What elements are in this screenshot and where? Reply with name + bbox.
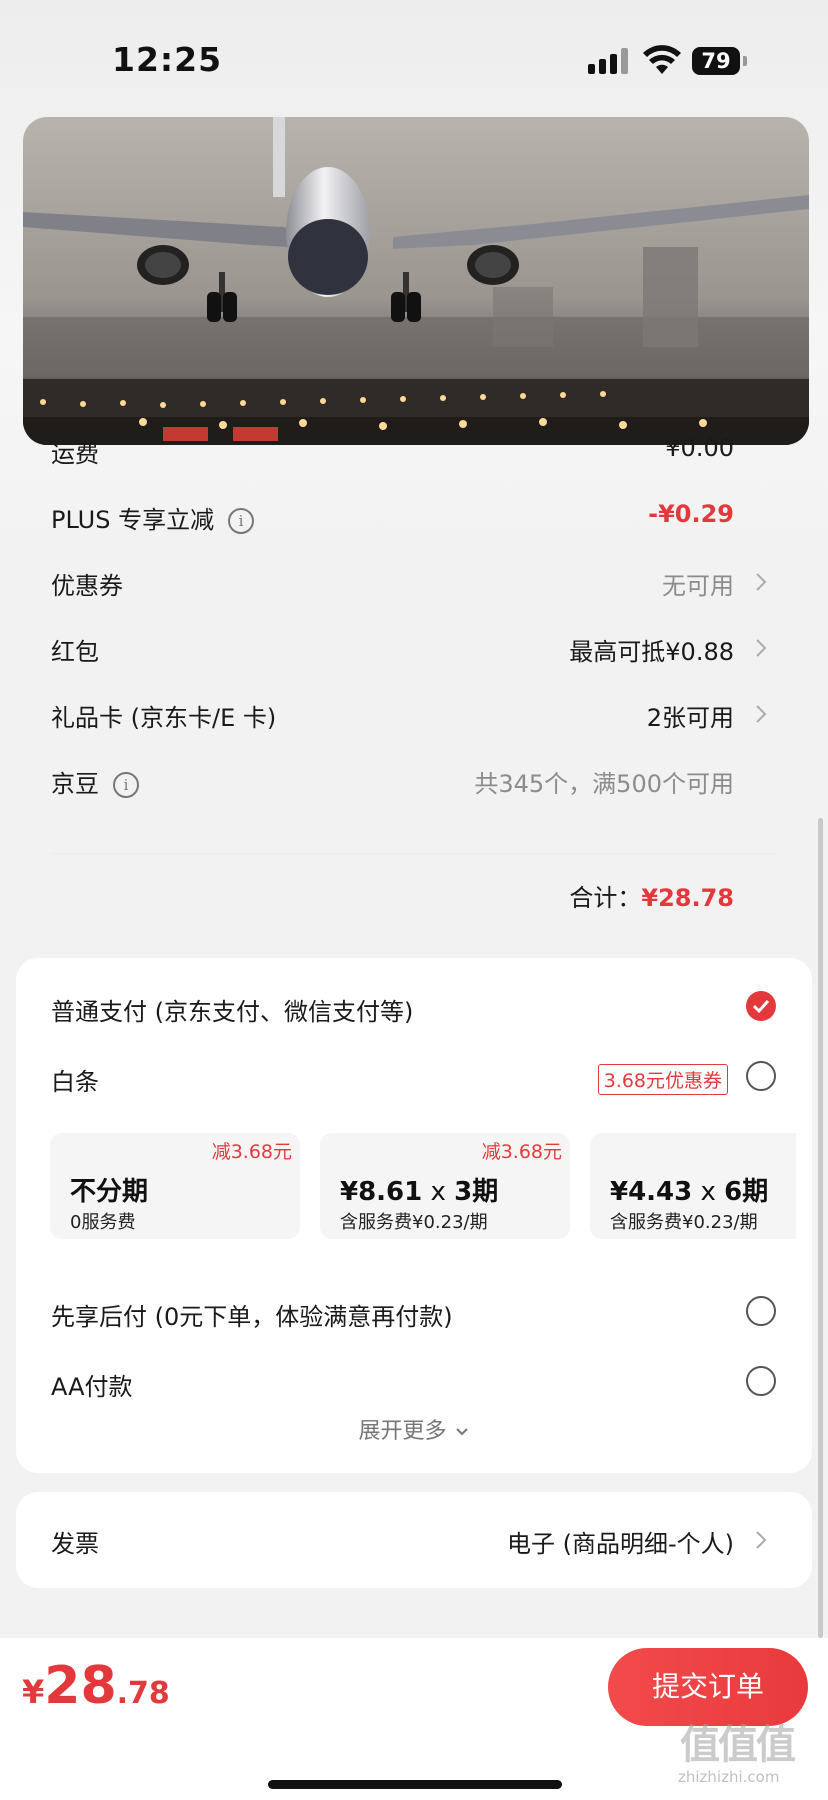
plan-discount-badge: 减3.68元 — [481, 1141, 562, 1163]
chevron-right-icon — [756, 1531, 767, 1549]
price-currency: ¥ — [22, 1673, 45, 1711]
plan-discount-badge: 减3.68元 — [211, 1141, 292, 1163]
plan-title: 不分期 — [70, 1177, 149, 1207]
plan-times: x — [422, 1177, 455, 1207]
wifi-icon — [643, 45, 681, 74]
gift-card-label: 礼品卡 (京东卡/E 卡) — [51, 704, 277, 732]
invoice-label: 发票 — [51, 1530, 99, 1558]
shipping-value: ¥0.00 — [665, 434, 734, 462]
watermark-logo: 值值值 — [680, 1722, 796, 1768]
coupon-label: 优惠券 — [51, 572, 123, 600]
fee-summary-card: 运费 ¥0.00 PLUS 专享立减 i -¥0.29 优惠券 无可用 红包 最高… — [16, 420, 812, 938]
scrollbar[interactable] — [818, 818, 823, 1638]
battery-icon: 79 — [692, 47, 740, 75]
jingdou-label: 京豆 — [51, 770, 99, 798]
red-packet-value: 最高可抵¥0.88 — [569, 638, 734, 666]
payment-pay-later-label: 先享后付 (0元下单，体验满意再付款) — [51, 1303, 453, 1331]
expand-more-label: 展开更多 — [358, 1419, 447, 1444]
order-total: 合计：¥28.78 — [569, 878, 734, 913]
watermark-site: zhizhizhi.com — [678, 1768, 780, 1786]
payment-pay-later-radio[interactable] — [746, 1296, 776, 1326]
total-value: ¥28.78 — [641, 884, 734, 912]
status-time: 12:25 — [112, 40, 223, 79]
chevron-right-icon — [756, 573, 767, 591]
payment-normal-row[interactable]: 普通支付 (京东支付、微信支付等) — [16, 978, 812, 1038]
red-packet-label: 红包 — [51, 638, 99, 666]
plan-fee: 0服务费 — [70, 1212, 136, 1233]
payment-baitiao-label: 白条 — [51, 1068, 99, 1096]
home-indicator[interactable] — [268, 1780, 562, 1789]
payment-baitiao-radio[interactable] — [746, 1061, 776, 1091]
chevron-right-icon — [756, 705, 767, 723]
payment-aa-row[interactable]: AA付款 — [16, 1353, 812, 1413]
gift-card-row[interactable]: 礼品卡 (京东卡/E 卡) 2张可用 — [16, 684, 812, 744]
payment-normal-radio[interactable] — [746, 991, 776, 1021]
battery-tip — [743, 56, 747, 66]
info-icon[interactable]: i — [113, 772, 139, 798]
jingdou-row: 京豆 i 共345个，满500个可用 — [16, 750, 812, 810]
shipping-label: 运费 — [51, 440, 99, 468]
product-image — [23, 117, 809, 445]
plan-times: x — [692, 1177, 725, 1207]
plus-discount-label: PLUS 专享立减 — [51, 506, 215, 534]
payment-aa-label: AA付款 — [51, 1373, 133, 1401]
divider — [51, 853, 777, 854]
price-integer: 28 — [44, 1656, 117, 1716]
plan-amount: ¥4.43 — [610, 1177, 693, 1207]
plus-discount-value: -¥0.29 — [648, 500, 734, 528]
plan-fee: 含服务费¥0.23/期 — [610, 1212, 758, 1233]
expand-more-button[interactable]: 展开更多 — [16, 1413, 812, 1445]
installment-plan-6[interactable]: 减3 ¥4.43 x 6期 含服务费¥0.23/期 — [590, 1133, 796, 1239]
installment-plan-3[interactable]: 减3.68元 ¥8.61 x 3期 含服务费¥0.23/期 — [320, 1133, 570, 1239]
chevron-right-icon — [756, 639, 767, 657]
jingdou-value: 共345个，满500个可用 — [474, 770, 734, 798]
coupon-row[interactable]: 优惠券 无可用 — [16, 552, 812, 612]
invoice-value: 电子 (商品明细-个人) — [506, 1530, 734, 1558]
gift-card-value: 2张可用 — [646, 704, 734, 732]
plan-term: 6期 — [724, 1177, 769, 1207]
plan-fee: 含服务费¥0.23/期 — [340, 1212, 488, 1233]
coupon-value: 无可用 — [662, 572, 734, 600]
chevron-down-icon — [455, 1428, 468, 1436]
plus-discount-row: PLUS 专享立减 i -¥0.29 — [16, 486, 812, 546]
payment-method-card: 普通支付 (京东支付、微信支付等) 白条 3.68元优惠券 减3.68元 不分期… — [16, 958, 812, 1473]
payment-aa-radio[interactable] — [746, 1366, 776, 1396]
status-bar: 12:25 79 — [0, 0, 828, 115]
red-packet-row[interactable]: 红包 最高可抵¥0.88 — [16, 618, 812, 678]
total-label: 合计： — [569, 884, 642, 912]
plan-term: 3期 — [454, 1177, 499, 1207]
baitiao-coupon-badge: 3.68元优惠券 — [597, 1064, 728, 1095]
installment-plans: 减3.68元 不分期 0服务费 减3.68元 ¥8.61 x 3期 含服务费¥0… — [50, 1133, 796, 1241]
cellular-signal-icon — [588, 48, 630, 74]
payable-amount: ¥28.78 — [22, 1656, 170, 1716]
invoice-card[interactable]: 发票 电子 (商品明细-个人) — [16, 1492, 812, 1588]
invoice-row[interactable]: 发票 电子 (商品明细-个人) — [16, 1510, 812, 1570]
plan-amount: ¥8.61 — [340, 1177, 423, 1207]
payment-normal-label: 普通支付 (京东支付、微信支付等) — [51, 998, 414, 1026]
payment-pay-later-row[interactable]: 先享后付 (0元下单，体验满意再付款) — [16, 1283, 812, 1343]
shipping-row: 运费 ¥0.00 — [16, 420, 812, 480]
installment-plan-none[interactable]: 减3.68元 不分期 0服务费 — [50, 1133, 300, 1239]
info-icon[interactable]: i — [228, 508, 255, 534]
price-decimal: .78 — [116, 1676, 170, 1711]
check-icon — [752, 999, 770, 1014]
